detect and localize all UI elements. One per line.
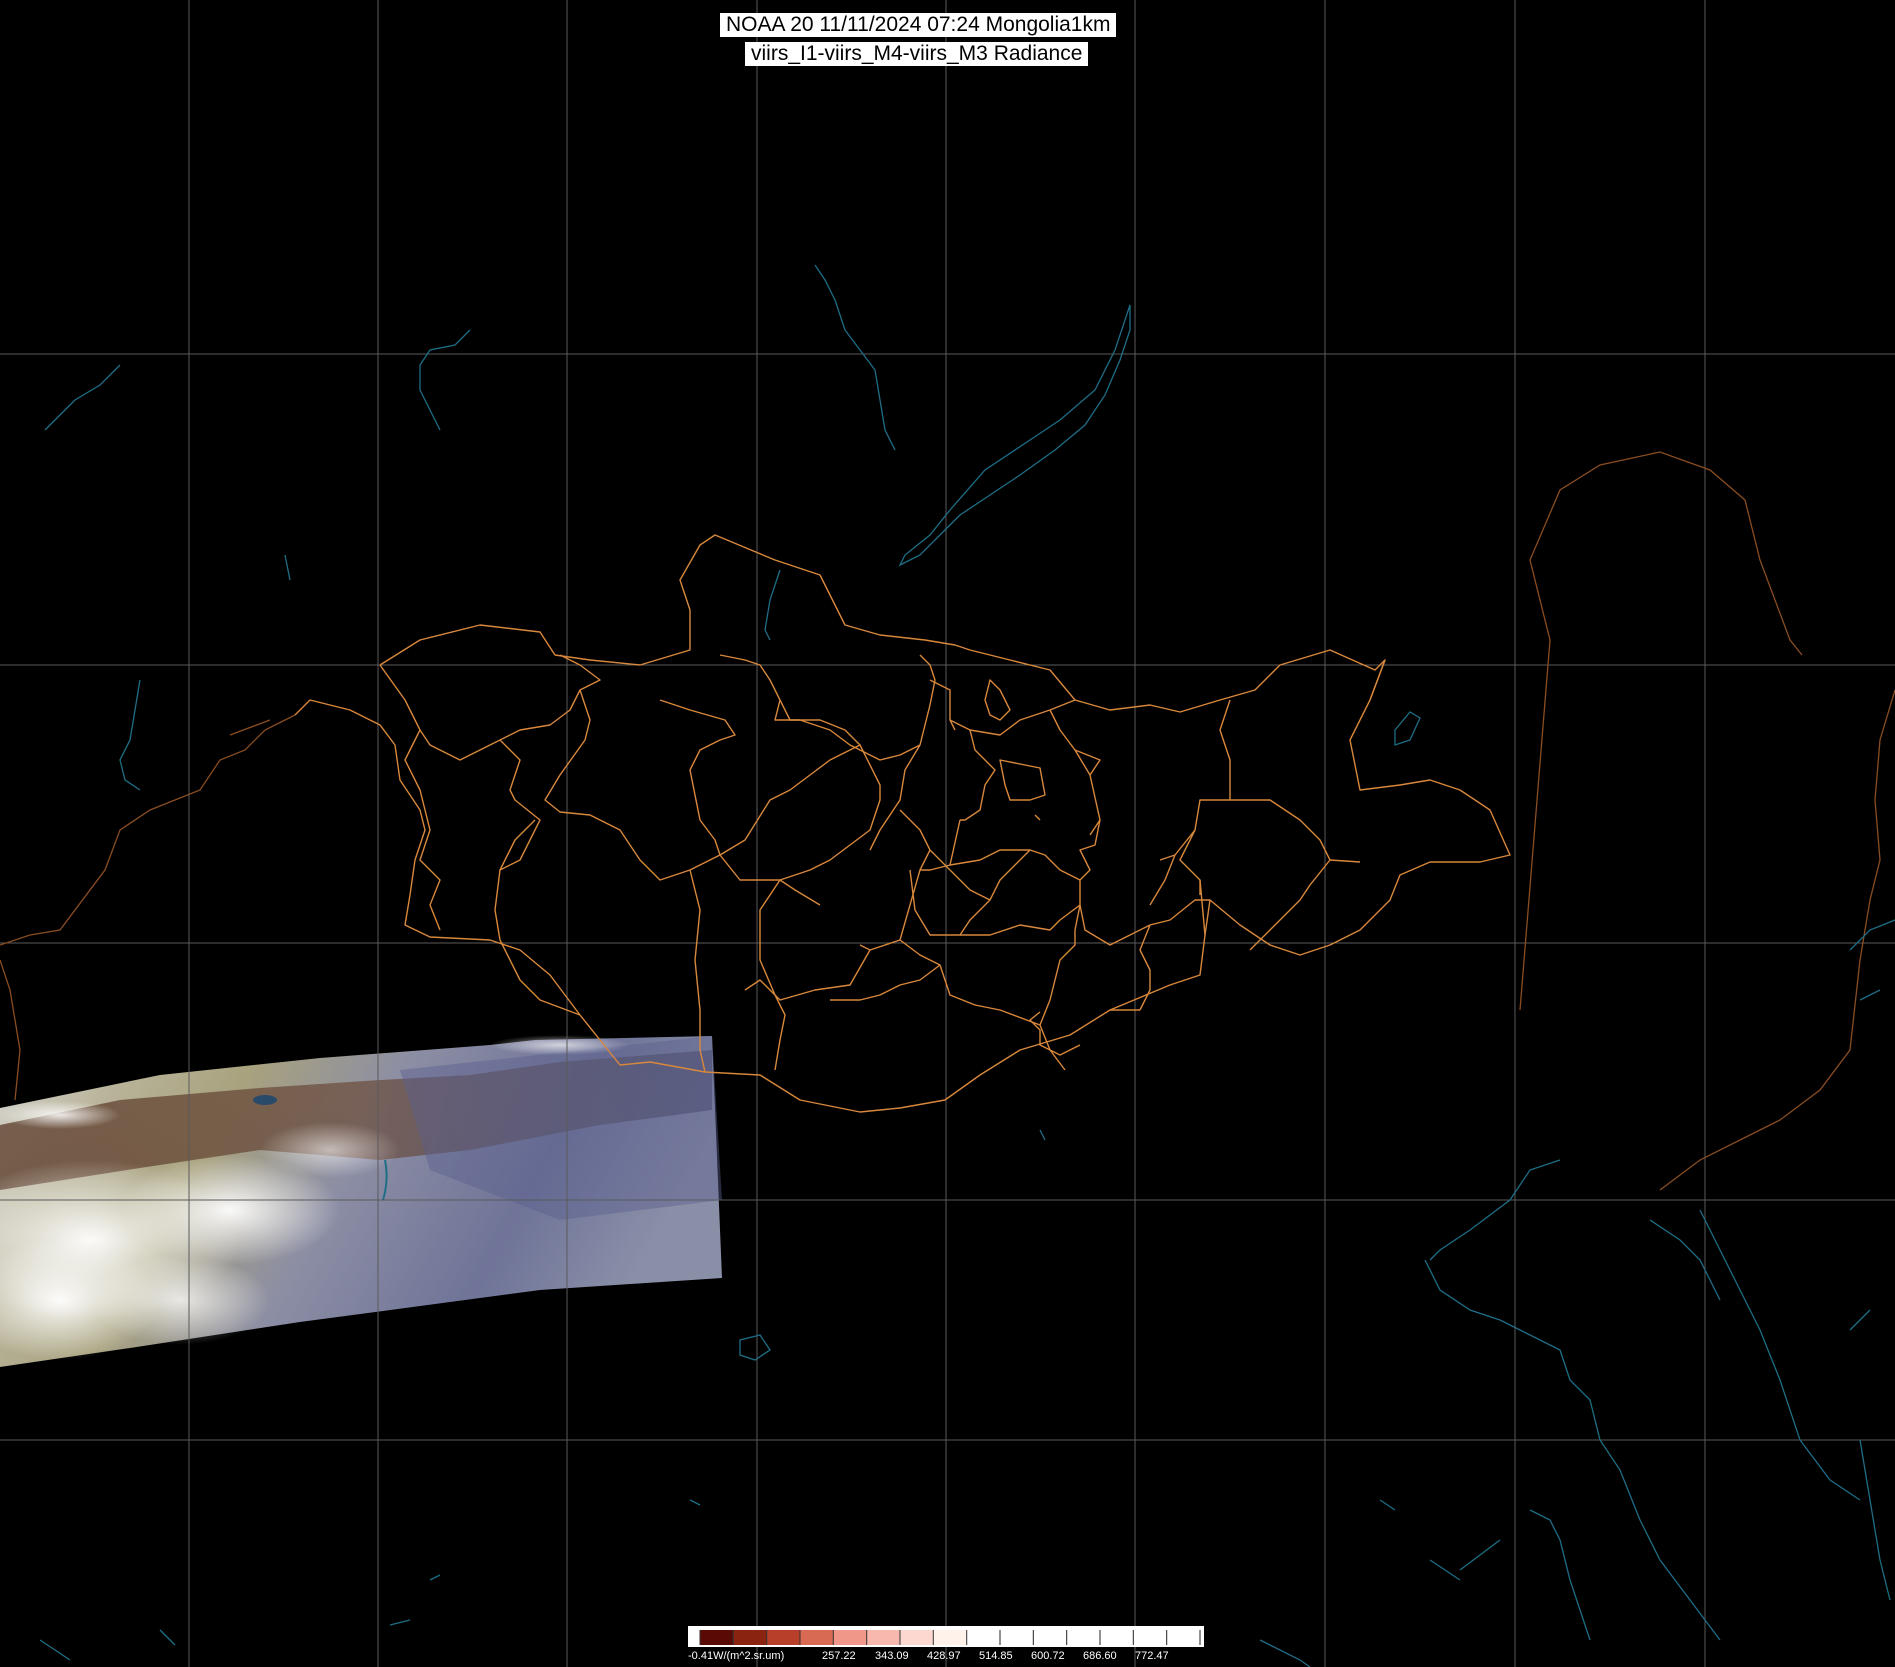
colorbar-tick-label: 514.85 — [979, 1650, 1013, 1662]
colorbar-unit-label: -0.41W/(m^2.sr.um) — [688, 1650, 784, 1662]
colorbar-swatch — [1133, 1630, 1168, 1645]
satellite-map: -0.41W/(m^2.sr.um) 257.22 343.09 428.97 … — [0, 0, 1895, 1667]
colorbar-swatch — [800, 1630, 834, 1645]
colorbar-swatch — [833, 1630, 868, 1645]
colorbar-swatch — [866, 1630, 901, 1645]
colorbar-swatch — [1033, 1630, 1068, 1645]
colorbar-swatch — [1000, 1630, 1034, 1645]
colorbar-swatch — [966, 1630, 1001, 1645]
colorbar-swatch — [1066, 1630, 1101, 1645]
colorbar-swatch — [933, 1630, 968, 1645]
colorbar-swatch — [700, 1630, 734, 1645]
colorbar-swatch — [766, 1630, 801, 1645]
colorbar-tick-label: 428.97 — [927, 1650, 961, 1662]
colorbar-tick-label: 257.22 — [822, 1650, 856, 1662]
map-subtitle: viirs_I1-viirs_M4-viirs_M3 Radiance — [745, 42, 1089, 66]
map-background — [0, 0, 1895, 1667]
colorbar-tick-label: 343.09 — [875, 1650, 909, 1662]
colorbar-swatch — [1100, 1630, 1134, 1645]
colorbar-swatch — [900, 1630, 934, 1645]
colorbar-swatch — [733, 1630, 768, 1645]
colorbar-tick-label: 772.47 — [1135, 1650, 1169, 1662]
colorbar-tick-label: 686.60 — [1083, 1650, 1117, 1662]
map-title: NOAA 20 11/11/2024 07:24 Mongolia1km — [720, 13, 1117, 37]
colorbar-tick-label: 600.72 — [1031, 1650, 1065, 1662]
colorbar-swatch — [1166, 1630, 1201, 1645]
